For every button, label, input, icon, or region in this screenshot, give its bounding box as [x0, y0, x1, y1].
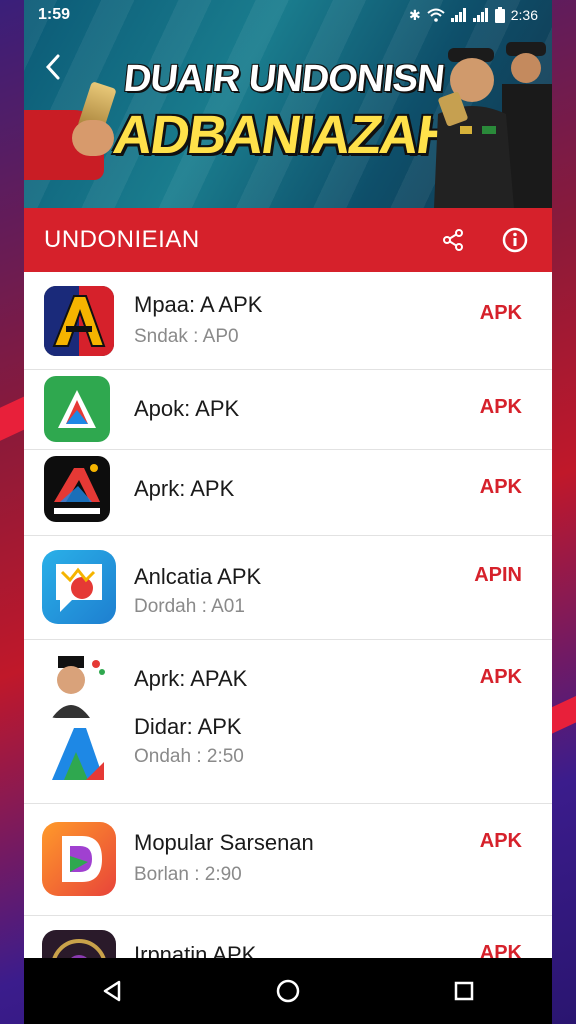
- nav-back-button[interactable]: [92, 971, 132, 1011]
- wifi-icon: [427, 8, 445, 22]
- battery-icon: [494, 7, 505, 23]
- status-bar: 1:59 ✱ 2:36: [24, 0, 552, 30]
- app-list: Mpaa: A APK Sndak : AP0 APK Apok: APK AP…: [24, 272, 552, 1006]
- list-item[interactable]: Mpaa: A APK Sndak : AP0 APK: [24, 272, 552, 370]
- list-item[interactable]: Aprk: APAK APK Didar: APK Ondah : 2:50: [24, 640, 552, 804]
- back-button[interactable]: [38, 52, 68, 86]
- signal-icon: [472, 8, 488, 22]
- green-play-icon: [44, 376, 110, 442]
- triangle-back-icon: [103, 980, 121, 1002]
- app-name: Aprk: APK: [134, 476, 235, 501]
- character-avatar-icon: [44, 652, 110, 718]
- chevron-left-icon: [45, 54, 60, 80]
- bluetooth-icon: ✱: [409, 6, 421, 23]
- orange-d-icon: [42, 822, 116, 896]
- nav-home-button[interactable]: [268, 971, 308, 1011]
- apk-badge[interactable]: APK: [480, 476, 522, 499]
- app-size: Borlan : 2:90: [134, 864, 242, 885]
- list-item[interactable]: Apok: APK APK: [24, 370, 552, 450]
- app-name: Mpaa: A APK: [134, 292, 263, 317]
- app-name: Mopular Sarsenan: [134, 830, 314, 855]
- banner-title-line2: ADBANIAZAH: [109, 105, 459, 165]
- apk-badge[interactable]: APK: [480, 666, 522, 689]
- app-size: Dordah : A01: [134, 596, 245, 617]
- officer-illustration: [434, 42, 552, 208]
- share-icon: [443, 229, 463, 251]
- signal-icon: [450, 8, 466, 22]
- square-recents-icon: [454, 981, 474, 1001]
- black-a-logo-icon: [44, 456, 110, 522]
- list-item[interactable]: Anlcatia APK Dordah : A01 APIN: [24, 536, 552, 640]
- info-icon: [502, 227, 528, 253]
- circle-home-icon: [276, 979, 300, 1003]
- app-size: Sndak : AP0: [134, 326, 239, 347]
- apk-badge[interactable]: APK: [480, 302, 522, 325]
- app-name: Didar: APK: [134, 714, 242, 739]
- app-header: UNDONIEIAN: [24, 208, 552, 272]
- hand-graphic: [72, 120, 114, 156]
- info-button[interactable]: [498, 223, 532, 257]
- nav-recents-button[interactable]: [444, 971, 484, 1011]
- list-item[interactable]: Aprk: APK APK: [24, 450, 552, 536]
- status-time: 1:59: [38, 6, 71, 23]
- app-size: Ondah : 2:50: [134, 746, 244, 767]
- status-time-right: 2:36: [510, 7, 538, 23]
- apk-badge[interactable]: APK: [480, 830, 522, 853]
- chat-bubble-icon: [42, 550, 116, 624]
- app-name: Apok: APK: [134, 396, 240, 421]
- page-title: UNDONIEIAN: [44, 226, 200, 253]
- banner-title-line1: DUAIR UNDONISN: [121, 58, 446, 100]
- phone-screen: DUAIR UNDONISN ADBANIAZAH 1:59 ✱ 2:36 UN…: [24, 0, 552, 1024]
- promo-banner[interactable]: DUAIR UNDONISN ADBANIAZAH: [24, 0, 552, 208]
- apk-badge[interactable]: APK: [480, 396, 522, 419]
- share-button[interactable]: [436, 223, 470, 257]
- apk-badge[interactable]: APIN: [474, 564, 522, 587]
- app-name: Aprk: APAK: [134, 666, 248, 691]
- blue-a-icon: [46, 722, 110, 786]
- navigation-bar: [24, 958, 552, 1024]
- red-blue-a-icon: [44, 286, 114, 356]
- app-name: Anlcatia APK: [134, 564, 262, 589]
- list-item[interactable]: Mopular Sarsenan Borlan : 2:90 APK: [24, 804, 552, 916]
